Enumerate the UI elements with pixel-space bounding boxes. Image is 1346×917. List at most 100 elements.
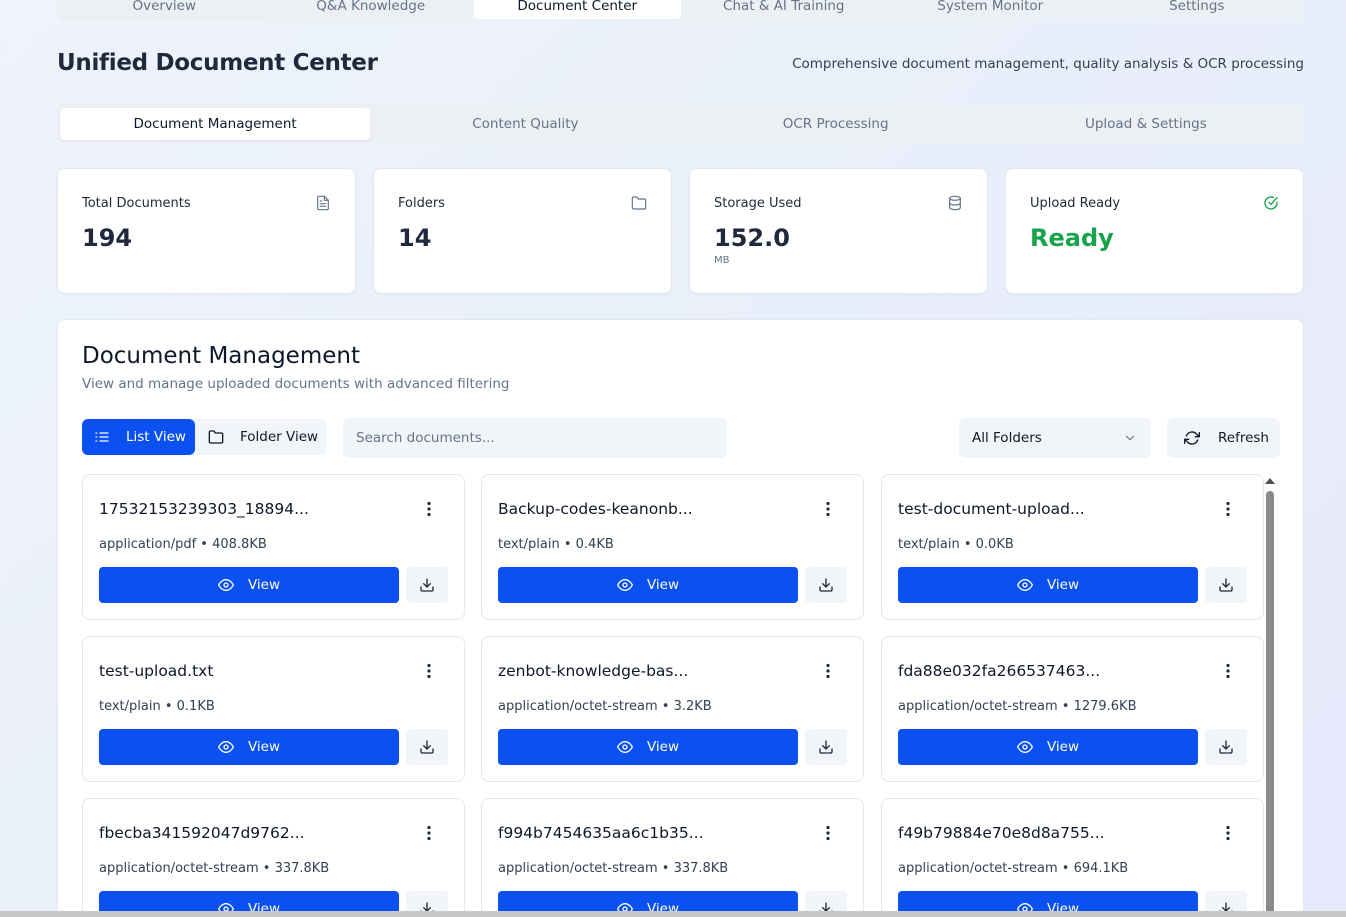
- eye-icon: [1016, 579, 1033, 591]
- view-document-button[interactable]: View: [498, 567, 798, 603]
- stat-label: Total Documents: [82, 196, 191, 211]
- document-meta: text/plain • 0.1KB: [99, 699, 215, 714]
- document-meta: application/octet-stream • 694.1KB: [898, 861, 1129, 876]
- list-view-button[interactable]: List View: [82, 419, 195, 455]
- stat-label: Storage Used: [714, 196, 802, 211]
- folder-view-label: Folder View: [240, 429, 319, 445]
- download-button[interactable]: [406, 567, 448, 603]
- download-icon: [819, 740, 833, 754]
- page-title: Unified Document Center: [57, 50, 378, 76]
- tab-content-quality[interactable]: Content Quality: [370, 108, 680, 140]
- eye-icon: [616, 579, 633, 591]
- scrollbar[interactable]: [1264, 476, 1276, 917]
- download-button[interactable]: [805, 729, 847, 765]
- view-label: View: [1046, 577, 1080, 593]
- folder-filter-select[interactable]: All Folders: [959, 418, 1151, 458]
- document-name: f49b79884e70e8d8a755...: [898, 824, 1105, 842]
- document-card: f49b79884e70e8d8a755... application/octet…: [881, 798, 1264, 917]
- refresh-label: Refresh: [1218, 430, 1269, 446]
- stat-label: Upload Ready: [1030, 196, 1121, 211]
- view-document-button[interactable]: View: [898, 567, 1198, 603]
- download-icon: [420, 578, 434, 592]
- document-name: test-upload.txt: [99, 662, 214, 680]
- document-name: test-document-upload...: [898, 500, 1085, 518]
- tab-document-management[interactable]: Document Management: [60, 107, 371, 140]
- scroll-thumb[interactable]: [1266, 491, 1274, 917]
- panel-title: Document Management: [82, 343, 360, 369]
- download-button[interactable]: [805, 567, 847, 603]
- eye-icon: [217, 579, 234, 591]
- stat-card-upload-ready: Upload Ready Ready: [1005, 168, 1304, 294]
- document-card: test-document-upload... text/plain • 0.0K…: [881, 474, 1264, 620]
- more-options-icon[interactable]: [1224, 663, 1232, 679]
- document-card: fda88e032fa266537463... application/octet…: [881, 636, 1264, 782]
- stat-value: 194: [82, 224, 133, 252]
- document-meta: application/octet-stream • 1279.6KB: [898, 699, 1137, 714]
- tab-ocr-processing[interactable]: OCR Processing: [681, 108, 991, 140]
- document-meta: application/octet-stream • 337.8KB: [498, 861, 729, 876]
- view-document-button[interactable]: View: [898, 729, 1198, 765]
- refresh-icon: [1184, 431, 1200, 445]
- document-name: f994b7454635aa6c1b35...: [498, 824, 704, 842]
- more-options-icon[interactable]: [425, 663, 433, 679]
- more-options-icon[interactable]: [824, 663, 832, 679]
- more-options-icon[interactable]: [425, 501, 433, 517]
- tab-system-monitor[interactable]: System Monitor: [887, 0, 1094, 19]
- more-options-icon[interactable]: [1224, 825, 1232, 841]
- download-button[interactable]: [1205, 567, 1247, 603]
- folder-view-button[interactable]: Folder View: [195, 419, 327, 455]
- list-icon: [95, 432, 109, 442]
- download-icon: [420, 740, 434, 754]
- tab-overview[interactable]: Overview: [61, 0, 268, 19]
- tab-settings[interactable]: Settings: [1094, 0, 1301, 19]
- main-nav: Overview Q&A Knowledge Document Center C…: [57, 0, 1304, 22]
- tab-document-center[interactable]: Document Center: [474, 0, 681, 19]
- scroll-up-arrow-icon[interactable]: [1265, 478, 1275, 484]
- download-button[interactable]: [406, 729, 448, 765]
- document-meta: application/octet-stream • 3.2KB: [498, 699, 712, 714]
- view-document-button[interactable]: View: [498, 729, 798, 765]
- folder-filter-value: All Folders: [972, 430, 1042, 446]
- search-input[interactable]: [343, 418, 727, 458]
- stat-card-total-documents: Total Documents 194: [57, 168, 356, 294]
- list-view-label: List View: [126, 429, 186, 445]
- view-document-button[interactable]: View: [99, 567, 399, 603]
- page-subtitle: Comprehensive document management, quali…: [792, 56, 1304, 72]
- refresh-button[interactable]: Refresh: [1167, 418, 1280, 458]
- more-options-icon[interactable]: [1224, 501, 1232, 517]
- document-card: zenbot-knowledge-bas... application/octet…: [481, 636, 864, 782]
- document-card: fbecba341592047d9762... application/octet…: [82, 798, 465, 917]
- stat-value: 14: [398, 224, 432, 252]
- view-label: View: [646, 577, 680, 593]
- document-name: fbecba341592047d9762...: [99, 824, 305, 842]
- stat-label: Folders: [398, 196, 445, 211]
- stat-unit: MB: [714, 255, 730, 266]
- folder-icon: [631, 196, 647, 210]
- more-options-icon[interactable]: [824, 825, 832, 841]
- document-meta: application/octet-stream • 337.8KB: [99, 861, 330, 876]
- more-options-icon[interactable]: [824, 501, 832, 517]
- eye-icon: [217, 741, 234, 753]
- check-circle-icon: [1264, 196, 1278, 210]
- document-name: 17532153239303_18894...: [99, 500, 309, 518]
- eye-icon: [1016, 741, 1033, 753]
- document-card: Backup-codes-keanonb... text/plain • 0.4K…: [481, 474, 864, 620]
- view-label: View: [247, 577, 281, 593]
- stat-card-folders: Folders 14: [373, 168, 672, 294]
- view-document-button[interactable]: View: [99, 729, 399, 765]
- document-name: fda88e032fa266537463...: [898, 662, 1101, 680]
- file-text-icon: [317, 195, 329, 211]
- database-icon: [949, 195, 961, 211]
- more-options-icon[interactable]: [425, 825, 433, 841]
- tab-qa-knowledge[interactable]: Q&A Knowledge: [268, 0, 475, 19]
- tab-chat-ai-training[interactable]: Chat & AI Training: [681, 0, 888, 19]
- document-card: 17532153239303_18894... application/pdf •…: [82, 474, 465, 620]
- document-meta: text/plain • 0.0KB: [898, 537, 1014, 552]
- bottom-edge: [0, 911, 1346, 917]
- folder-icon: [208, 430, 224, 444]
- tab-upload-settings[interactable]: Upload & Settings: [991, 108, 1301, 140]
- document-name: zenbot-knowledge-bas...: [498, 662, 689, 680]
- download-button[interactable]: [1205, 729, 1247, 765]
- stat-card-storage-used: Storage Used 152.0 MB: [689, 168, 988, 294]
- view-label: View: [247, 739, 281, 755]
